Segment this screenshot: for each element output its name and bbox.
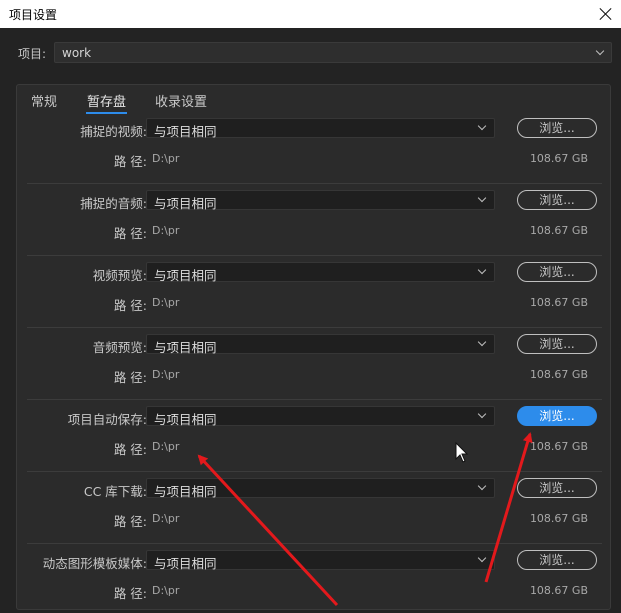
project-label: 项目: bbox=[18, 47, 47, 61]
tab-bar: 常规 暂存盘 收录设置 bbox=[17, 85, 610, 114]
chevron-down-icon bbox=[477, 553, 487, 563]
location-dropdown[interactable]: 与项目相同 bbox=[146, 118, 495, 139]
tab-general[interactable]: 常规 bbox=[31, 91, 57, 110]
tab-ingest-settings[interactable]: 收录设置 bbox=[155, 91, 207, 110]
free-space: 108.67 GB bbox=[529, 224, 588, 237]
path-label: 路 径: bbox=[113, 514, 147, 529]
chevron-down-icon bbox=[477, 337, 487, 347]
scratch-row-captured-audio: 捕捉的音频: 与项目相同 浏览... 路 径: D:\pr 108.67 GB bbox=[27, 184, 602, 256]
close-icon[interactable] bbox=[595, 3, 617, 25]
browse-button[interactable]: 浏览... bbox=[517, 118, 597, 138]
location-value: 与项目相同 bbox=[154, 484, 217, 499]
path-value: D:\pr bbox=[152, 440, 180, 453]
free-space: 108.67 GB bbox=[529, 512, 588, 525]
chevron-down-icon bbox=[595, 46, 605, 56]
row-label: 项目自动保存: bbox=[67, 412, 147, 427]
location-value: 与项目相同 bbox=[154, 340, 217, 355]
chevron-down-icon bbox=[477, 193, 487, 203]
path-label: 路 径: bbox=[113, 298, 147, 313]
project-value: work bbox=[62, 46, 92, 60]
chevron-down-icon bbox=[477, 265, 487, 275]
location-dropdown[interactable]: 与项目相同 bbox=[146, 262, 495, 283]
scratch-row-video-previews: 视频预览: 与项目相同 浏览... 路 径: D:\pr 108.67 GB bbox=[27, 256, 602, 328]
path-value: D:\pr bbox=[152, 224, 180, 237]
row-label: 视频预览: bbox=[92, 268, 147, 283]
location-dropdown[interactable]: 与项目相同 bbox=[146, 406, 495, 427]
free-space: 108.67 GB bbox=[529, 368, 588, 381]
chevron-down-icon bbox=[477, 481, 487, 491]
browse-button[interactable]: 浏览... bbox=[517, 406, 597, 426]
scratch-row-captured-video: 捕捉的视频: 与项目相同 浏览... 路 径: D:\pr 108.67 GB bbox=[27, 112, 602, 184]
path-label: 路 径: bbox=[113, 586, 147, 601]
browse-button[interactable]: 浏览... bbox=[517, 334, 597, 354]
location-value: 与项目相同 bbox=[154, 556, 217, 571]
location-value: 与项目相同 bbox=[154, 412, 217, 427]
scratch-row-motion-graphics-media: 动态图形模板媒体: 与项目相同 浏览... 路 径: D:\pr 108.67 … bbox=[27, 544, 602, 609]
chevron-down-icon bbox=[477, 409, 487, 419]
row-label: CC 库下载: bbox=[83, 484, 147, 499]
location-dropdown[interactable]: 与项目相同 bbox=[146, 550, 495, 571]
scratch-row-project-auto-save: 项目自动保存: 与项目相同 浏览... 路 径: D:\pr 108.67 GB bbox=[27, 400, 602, 472]
project-settings-dialog: 项目: work 常规 暂存盘 收录设置 捕捉的视频: 与项目相同 浏览... … bbox=[0, 28, 621, 613]
scratch-row-cc-library-downloads: CC 库下载: 与项目相同 浏览... 路 径: D:\pr 108.67 GB bbox=[27, 472, 602, 544]
location-dropdown[interactable]: 与项目相同 bbox=[146, 190, 495, 211]
location-value: 与项目相同 bbox=[154, 196, 217, 211]
location-dropdown[interactable]: 与项目相同 bbox=[146, 334, 495, 355]
path-label: 路 径: bbox=[113, 154, 147, 169]
free-space: 108.67 GB bbox=[529, 296, 588, 309]
project-dropdown[interactable]: work bbox=[54, 42, 612, 63]
path-value: D:\pr bbox=[152, 296, 180, 309]
browse-button[interactable]: 浏览... bbox=[517, 190, 597, 210]
location-dropdown[interactable]: 与项目相同 bbox=[146, 478, 495, 499]
row-label: 捕捉的视频: bbox=[80, 124, 147, 139]
location-value: 与项目相同 bbox=[154, 124, 217, 139]
path-label: 路 径: bbox=[113, 226, 147, 241]
path-label: 路 径: bbox=[113, 370, 147, 385]
tab-scratch-disks[interactable]: 暂存盘 bbox=[85, 91, 128, 114]
browse-button[interactable]: 浏览... bbox=[517, 550, 597, 570]
browse-button[interactable]: 浏览... bbox=[517, 478, 597, 498]
chevron-down-icon bbox=[477, 121, 487, 131]
scratch-row-audio-previews: 音频预览: 与项目相同 浏览... 路 径: D:\pr 108.67 GB bbox=[27, 328, 602, 400]
title-bar: 项目设置 bbox=[0, 0, 621, 28]
browse-button[interactable]: 浏览... bbox=[517, 262, 597, 282]
settings-panel: 常规 暂存盘 收录设置 捕捉的视频: 与项目相同 浏览... 路 径: D:\p… bbox=[16, 84, 611, 610]
path-label: 路 径: bbox=[113, 442, 147, 457]
free-space: 108.67 GB bbox=[529, 584, 588, 597]
path-value: D:\pr bbox=[152, 368, 180, 381]
free-space: 108.67 GB bbox=[529, 440, 588, 453]
path-value: D:\pr bbox=[152, 152, 180, 165]
window-title: 项目设置 bbox=[9, 8, 58, 22]
path-value: D:\pr bbox=[152, 512, 180, 525]
location-value: 与项目相同 bbox=[154, 268, 217, 283]
free-space: 108.67 GB bbox=[529, 152, 588, 165]
row-label: 动态图形模板媒体: bbox=[42, 556, 147, 571]
row-label: 捕捉的音频: bbox=[80, 196, 147, 211]
row-label: 音频预览: bbox=[92, 340, 147, 355]
path-value: D:\pr bbox=[152, 584, 180, 597]
